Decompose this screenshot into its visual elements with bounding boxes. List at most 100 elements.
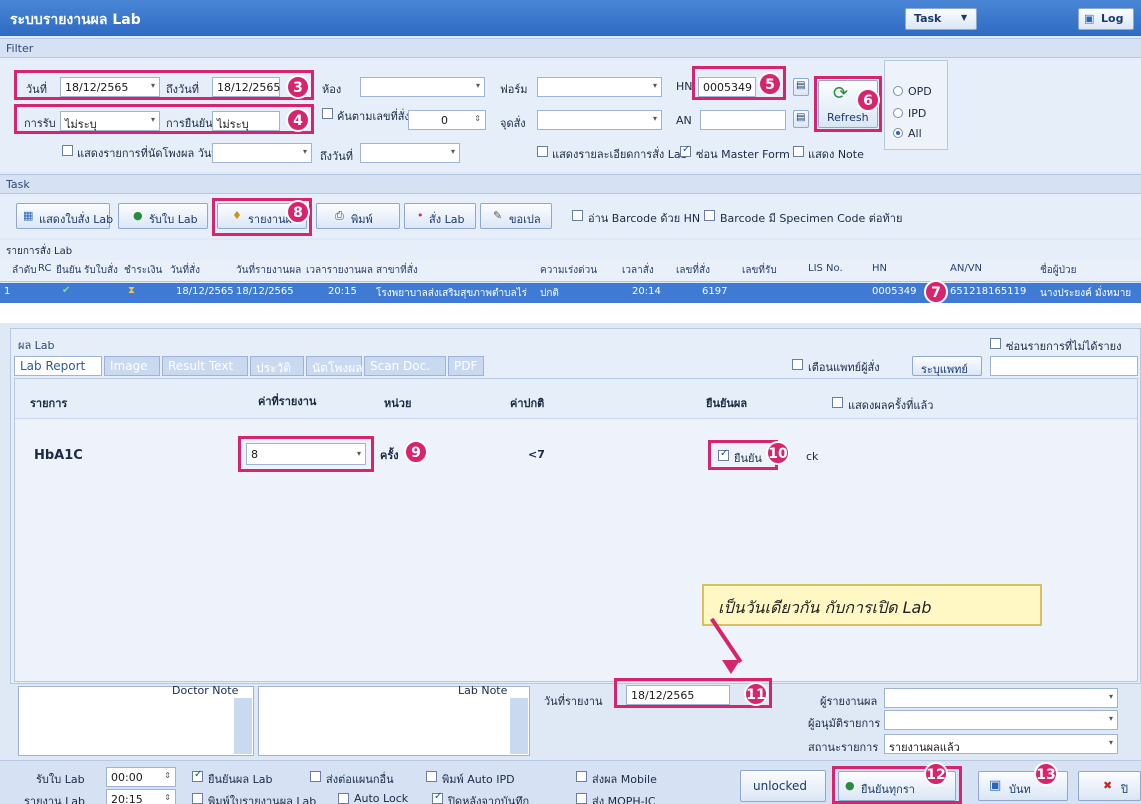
order-lab-button[interactable]: • สั่ง Lab xyxy=(404,203,476,229)
app-title: ระบบรายงานผล Lab xyxy=(10,12,141,28)
unlocked-button[interactable]: unlocked xyxy=(740,770,826,802)
marker-10: 10 xyxy=(766,441,790,465)
marker-11: 11 xyxy=(744,682,768,706)
lab-item-unit: ครั้ง xyxy=(380,449,399,462)
an-input[interactable] xyxy=(700,110,786,130)
marker-7: 7 xyxy=(924,280,948,304)
hn-input[interactable]: 0005349 xyxy=(698,77,756,97)
table-row[interactable]: 1 ✔ ⧗ 18/12/2565 18/12/2565 20:15 โรงพยา… xyxy=(0,283,1141,303)
radio-all[interactable] xyxy=(893,128,903,138)
tab-pdf[interactable]: PDF xyxy=(448,356,484,376)
filter-section-header: Filter xyxy=(0,38,1141,58)
marker-3: 3 xyxy=(286,75,310,99)
list-icon: ▤ xyxy=(796,112,806,123)
orders-section-label: รายการสั่ง Lab xyxy=(0,240,1141,260)
receive-lab-button[interactable]: ● รับใบ Lab xyxy=(118,203,208,229)
show-last-result-checkbox[interactable] xyxy=(832,397,843,408)
save-icon: ▣ xyxy=(989,778,1002,793)
result-grid xyxy=(14,378,1138,682)
flask-icon: • xyxy=(417,209,424,222)
report-time-field[interactable]: 20:15 ⇕ xyxy=(106,789,176,804)
tube-icon: ✎ xyxy=(493,209,503,222)
task-menu[interactable]: Task ▼ xyxy=(905,8,977,30)
order-detail-checkbox[interactable] xyxy=(537,146,548,157)
title-bar: ระบบรายงานผล Lab Task ▼ ▣ Log xyxy=(0,0,1141,36)
show-order-button[interactable]: ▦ แสดงใบสั่ง Lab xyxy=(16,203,113,229)
marker-13: 13 xyxy=(1034,762,1058,786)
radio-ipd[interactable] xyxy=(893,108,903,118)
close-icon: ✖ xyxy=(1103,779,1113,792)
hide-unreported-checkbox[interactable] xyxy=(990,338,1001,349)
check-circle-icon: ● xyxy=(133,209,143,222)
unsent-date-select[interactable]: ▾ xyxy=(212,143,312,163)
chevron-down-icon: ▼ xyxy=(961,13,968,22)
send-outside-checkbox[interactable] xyxy=(310,771,321,782)
search-order-checkbox[interactable] xyxy=(322,108,333,119)
report-icon: ♦ xyxy=(232,209,242,222)
print-auto-ipd-checkbox[interactable] xyxy=(426,771,437,782)
tab-appointment[interactable]: นัดโพงผล xyxy=(306,356,363,376)
date-from-field[interactable]: 18/12/2565 ▾ xyxy=(60,77,160,97)
marker-8: 8 xyxy=(286,200,310,224)
callout-arrowhead xyxy=(722,660,740,674)
tab-image[interactable]: Image xyxy=(104,356,160,376)
status-select[interactable]: รายงานผลแล้ว ▾ xyxy=(884,734,1118,754)
select-doctor-button[interactable]: ระบุแพทย์ xyxy=(912,356,982,376)
lab-value-select[interactable]: 8 ▾ xyxy=(246,443,366,465)
order-number-input[interactable]: 0 ⇕ xyxy=(408,110,486,130)
tab-result-text[interactable]: Result Text xyxy=(162,356,248,376)
confirmed-icon: ✔ xyxy=(62,285,71,296)
form-select[interactable]: ▾ xyxy=(537,77,662,97)
lab-note-scrollbar[interactable] xyxy=(510,698,528,754)
confirm-result-checkbox[interactable] xyxy=(718,448,729,461)
print-button[interactable]: ⎙ พิมพ์ xyxy=(316,203,400,229)
marker-9: 9 xyxy=(404,440,428,464)
task-section-header: Task xyxy=(0,174,1141,194)
doctor-note-scrollbar[interactable] xyxy=(234,698,252,754)
request-tube-button[interactable]: ✎ ขอเปล xyxy=(480,203,552,229)
receive-time-field[interactable]: 00:00 ⇕ xyxy=(106,767,176,787)
check-circle-icon: ● xyxy=(845,779,855,792)
print-report-checkbox[interactable] xyxy=(192,793,203,804)
date-to-field[interactable]: 18/12/2565 xyxy=(212,77,280,97)
orders-grid-header: ลำดับ RC ยืนยัน รับใบสั่ง ชำระเงิน วันที… xyxy=(0,260,1141,282)
hide-master-checkbox[interactable] xyxy=(680,144,691,157)
printer-icon: ⎙ xyxy=(335,209,344,222)
close-after-save-checkbox[interactable] xyxy=(432,791,443,804)
list-icon: ▤ xyxy=(796,80,806,91)
show-unsent-checkbox[interactable] xyxy=(62,145,73,156)
lab-item-name: HbA1C xyxy=(34,448,83,463)
tab-history[interactable]: ประวัติ xyxy=(250,356,304,376)
log-button[interactable]: ▣ Log xyxy=(1078,8,1134,30)
hn-lookup-button[interactable]: ▤ xyxy=(793,78,809,96)
send-mobile-checkbox[interactable] xyxy=(576,771,587,782)
notify-doctor-checkbox[interactable] xyxy=(792,359,803,370)
confirm-select[interactable]: ไม่ระบุ xyxy=(212,111,280,131)
lab-item-normal: <7 xyxy=(528,448,545,461)
reporter-select[interactable]: ▾ xyxy=(884,688,1118,708)
calendar-icon: ▦ xyxy=(23,209,34,222)
hourglass-icon: ⧗ xyxy=(128,285,136,296)
tab-lab-report[interactable]: Lab Report xyxy=(14,356,102,376)
report-date-field[interactable]: 18/12/2565 xyxy=(626,685,730,705)
send-moph-checkbox[interactable] xyxy=(576,793,587,804)
auto-lock-checkbox[interactable] xyxy=(338,793,349,804)
confirm-lab-checkbox[interactable] xyxy=(192,769,203,782)
room-select[interactable]: ▾ xyxy=(360,77,485,97)
barcode-specimen-checkbox[interactable] xyxy=(704,210,715,221)
radio-opd[interactable] xyxy=(893,86,903,96)
log-icon: ▣ xyxy=(1084,12,1095,25)
result-grid-header xyxy=(15,379,1137,419)
unsent-to-date-select[interactable]: ▾ xyxy=(360,143,460,163)
close-button[interactable]: ✖ ปิ xyxy=(1078,771,1141,801)
marker-12: 12 xyxy=(924,762,948,786)
an-lookup-button[interactable]: ▤ xyxy=(793,110,809,128)
tab-scan-doc[interactable]: Scan Doc. xyxy=(364,356,446,376)
show-note-checkbox[interactable] xyxy=(793,146,804,157)
approver-select[interactable]: ▾ xyxy=(884,710,1118,730)
marker-5: 5 xyxy=(758,72,782,96)
barcode-hn-checkbox[interactable] xyxy=(572,210,583,221)
doctor-field[interactable] xyxy=(990,356,1138,376)
order-point-select[interactable]: ▾ xyxy=(537,110,662,130)
receive-select[interactable]: ไม่ระบุ ▾ xyxy=(60,111,160,131)
